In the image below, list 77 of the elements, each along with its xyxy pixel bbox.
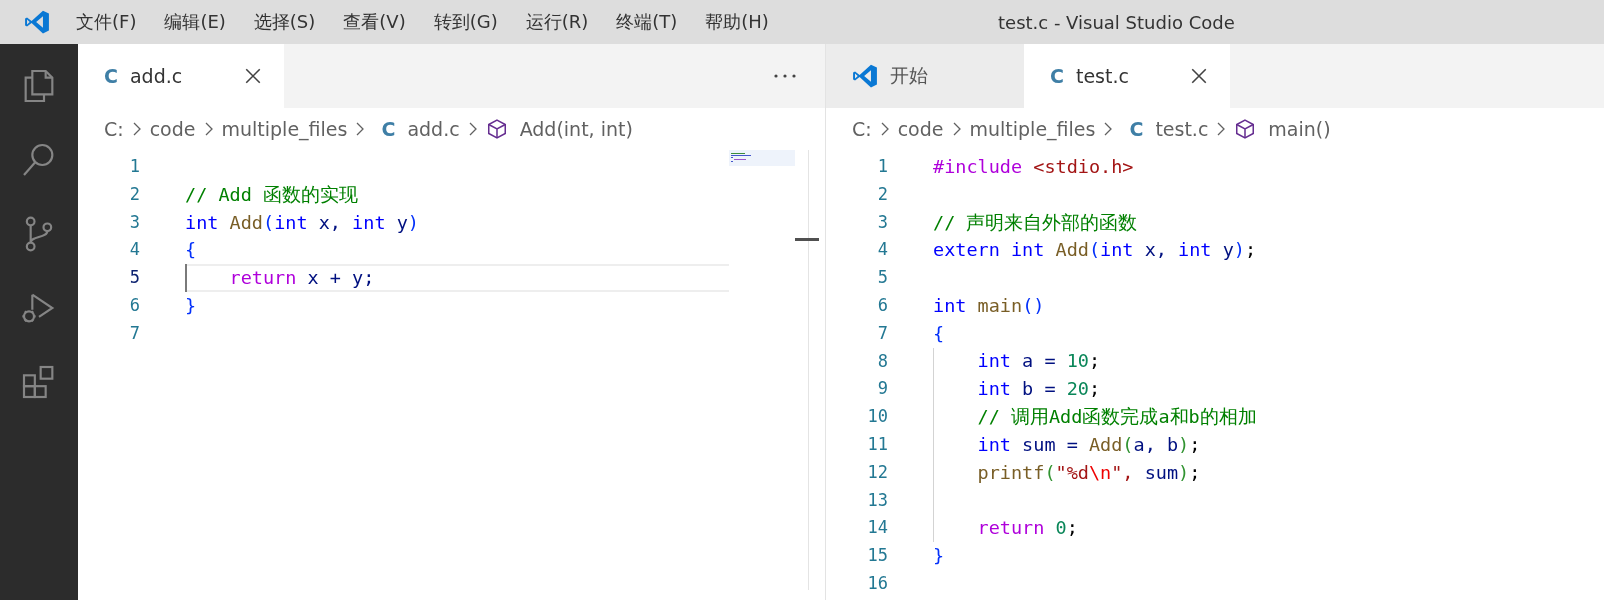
line-number: 3 [876, 210, 888, 234]
line-number: 6 [876, 294, 888, 317]
code-line: int b = 20; [976, 377, 1101, 402]
code-line: #include <stdio.h> [933, 154, 1134, 179]
menu-item[interactable]: 文件(F) [74, 10, 139, 34]
line-number: 13 [866, 488, 888, 512]
code-line: { [185, 238, 197, 263]
line-number: 1 [128, 155, 140, 178]
chevron-icon [1216, 121, 1227, 137]
scrollbar[interactable] [795, 150, 819, 590]
app-logo-icon [852, 63, 878, 89]
breadcrumb-item[interactable]: multiple_files [221, 118, 348, 140]
code-line: // 声明来自外部的函数 [933, 210, 1138, 235]
line-number: 4 [128, 238, 140, 262]
line-number: 5 [128, 266, 140, 290]
minimap-drawing[interactable] [729, 150, 795, 166]
chevron-icon [131, 121, 142, 137]
breadcrumb-item[interactable]: code [149, 118, 196, 140]
code-line: return 0; [976, 516, 1078, 541]
code-line: printf("%d\n", sum); [976, 460, 1201, 485]
breadcrumb-item[interactable]: C: [852, 118, 872, 140]
code-line: return x + y; [228, 266, 375, 291]
cube-icon [1234, 118, 1257, 140]
chevron-icon [355, 121, 366, 137]
line-number: 8 [876, 349, 888, 373]
menu-item[interactable]: 运行(R) [523, 10, 591, 34]
code-line: } [185, 293, 197, 318]
line-number: 15 [866, 544, 888, 568]
line-number: 6 [128, 294, 140, 317]
editor-tab[interactable]: 开始 [826, 44, 1024, 108]
line-number: 4 [876, 238, 888, 262]
breadcrumb-item[interactable]: code [897, 118, 944, 140]
line-number: 2 [128, 182, 140, 206]
code-line: int a = 10; [976, 349, 1101, 374]
chevron-icon [1103, 121, 1114, 137]
line-number: 11 [866, 432, 888, 456]
code-line: int main() [933, 293, 1045, 318]
line-number: 1 [876, 155, 888, 178]
editor-tab[interactable]: C add.c [78, 44, 284, 108]
line-number: 9 [876, 377, 888, 401]
breadcrumb-item[interactable]: main() [1234, 118, 1331, 140]
menu-item[interactable]: 编辑(E) [162, 10, 228, 34]
code-line: { [933, 321, 945, 346]
code-line: int Add(int x, int y) [185, 210, 419, 235]
line-number: 12 [866, 460, 888, 484]
menu-item[interactable]: 转到(G) [431, 10, 500, 34]
menu-item[interactable]: 查看(V) [341, 10, 408, 34]
line-number: 2 [876, 182, 888, 206]
chevron-icon [879, 121, 890, 137]
menu-item[interactable]: 终端(T) [614, 10, 680, 34]
more-actions-icon[interactable] [773, 73, 797, 79]
breadcrumb-item[interactable]: C: [104, 118, 124, 140]
cube-icon [485, 118, 508, 140]
window-title: test.c - Visual Studio Code [998, 11, 1235, 33]
line-number: 5 [876, 266, 888, 290]
line-number: 3 [128, 210, 140, 234]
code-line: // Add 函数的实现 [185, 182, 358, 207]
chevron-icon [467, 121, 478, 137]
line-number: 14 [866, 516, 888, 540]
chevron-icon [951, 121, 962, 137]
chevron-icon [203, 121, 214, 137]
breadcrumb-item[interactable]: C test.c [1121, 118, 1209, 140]
editor-tab[interactable]: C test.c [1024, 44, 1230, 108]
line-number: 10 [866, 405, 888, 429]
breadcrumb-item[interactable]: multiple_files [969, 118, 1096, 140]
menu-item[interactable]: 帮助(H) [703, 10, 771, 34]
menu-item[interactable]: 选择(S) [251, 10, 318, 34]
code-line: extern int Add(int x, int y); [933, 238, 1257, 263]
code-line: // 调用Add函数完成a和b的相加 [976, 405, 1257, 430]
breadcrumb-item[interactable]: C add.c [373, 118, 460, 140]
code-line: } [933, 544, 945, 569]
line-number: 7 [876, 321, 888, 345]
breadcrumb-item[interactable]: Add(int, int) [485, 118, 633, 140]
code-line: int sum = Add(a, b); [976, 432, 1201, 457]
line-number: 7 [128, 321, 140, 345]
app-logo-icon [24, 9, 50, 35]
line-number: 16 [866, 571, 888, 595]
